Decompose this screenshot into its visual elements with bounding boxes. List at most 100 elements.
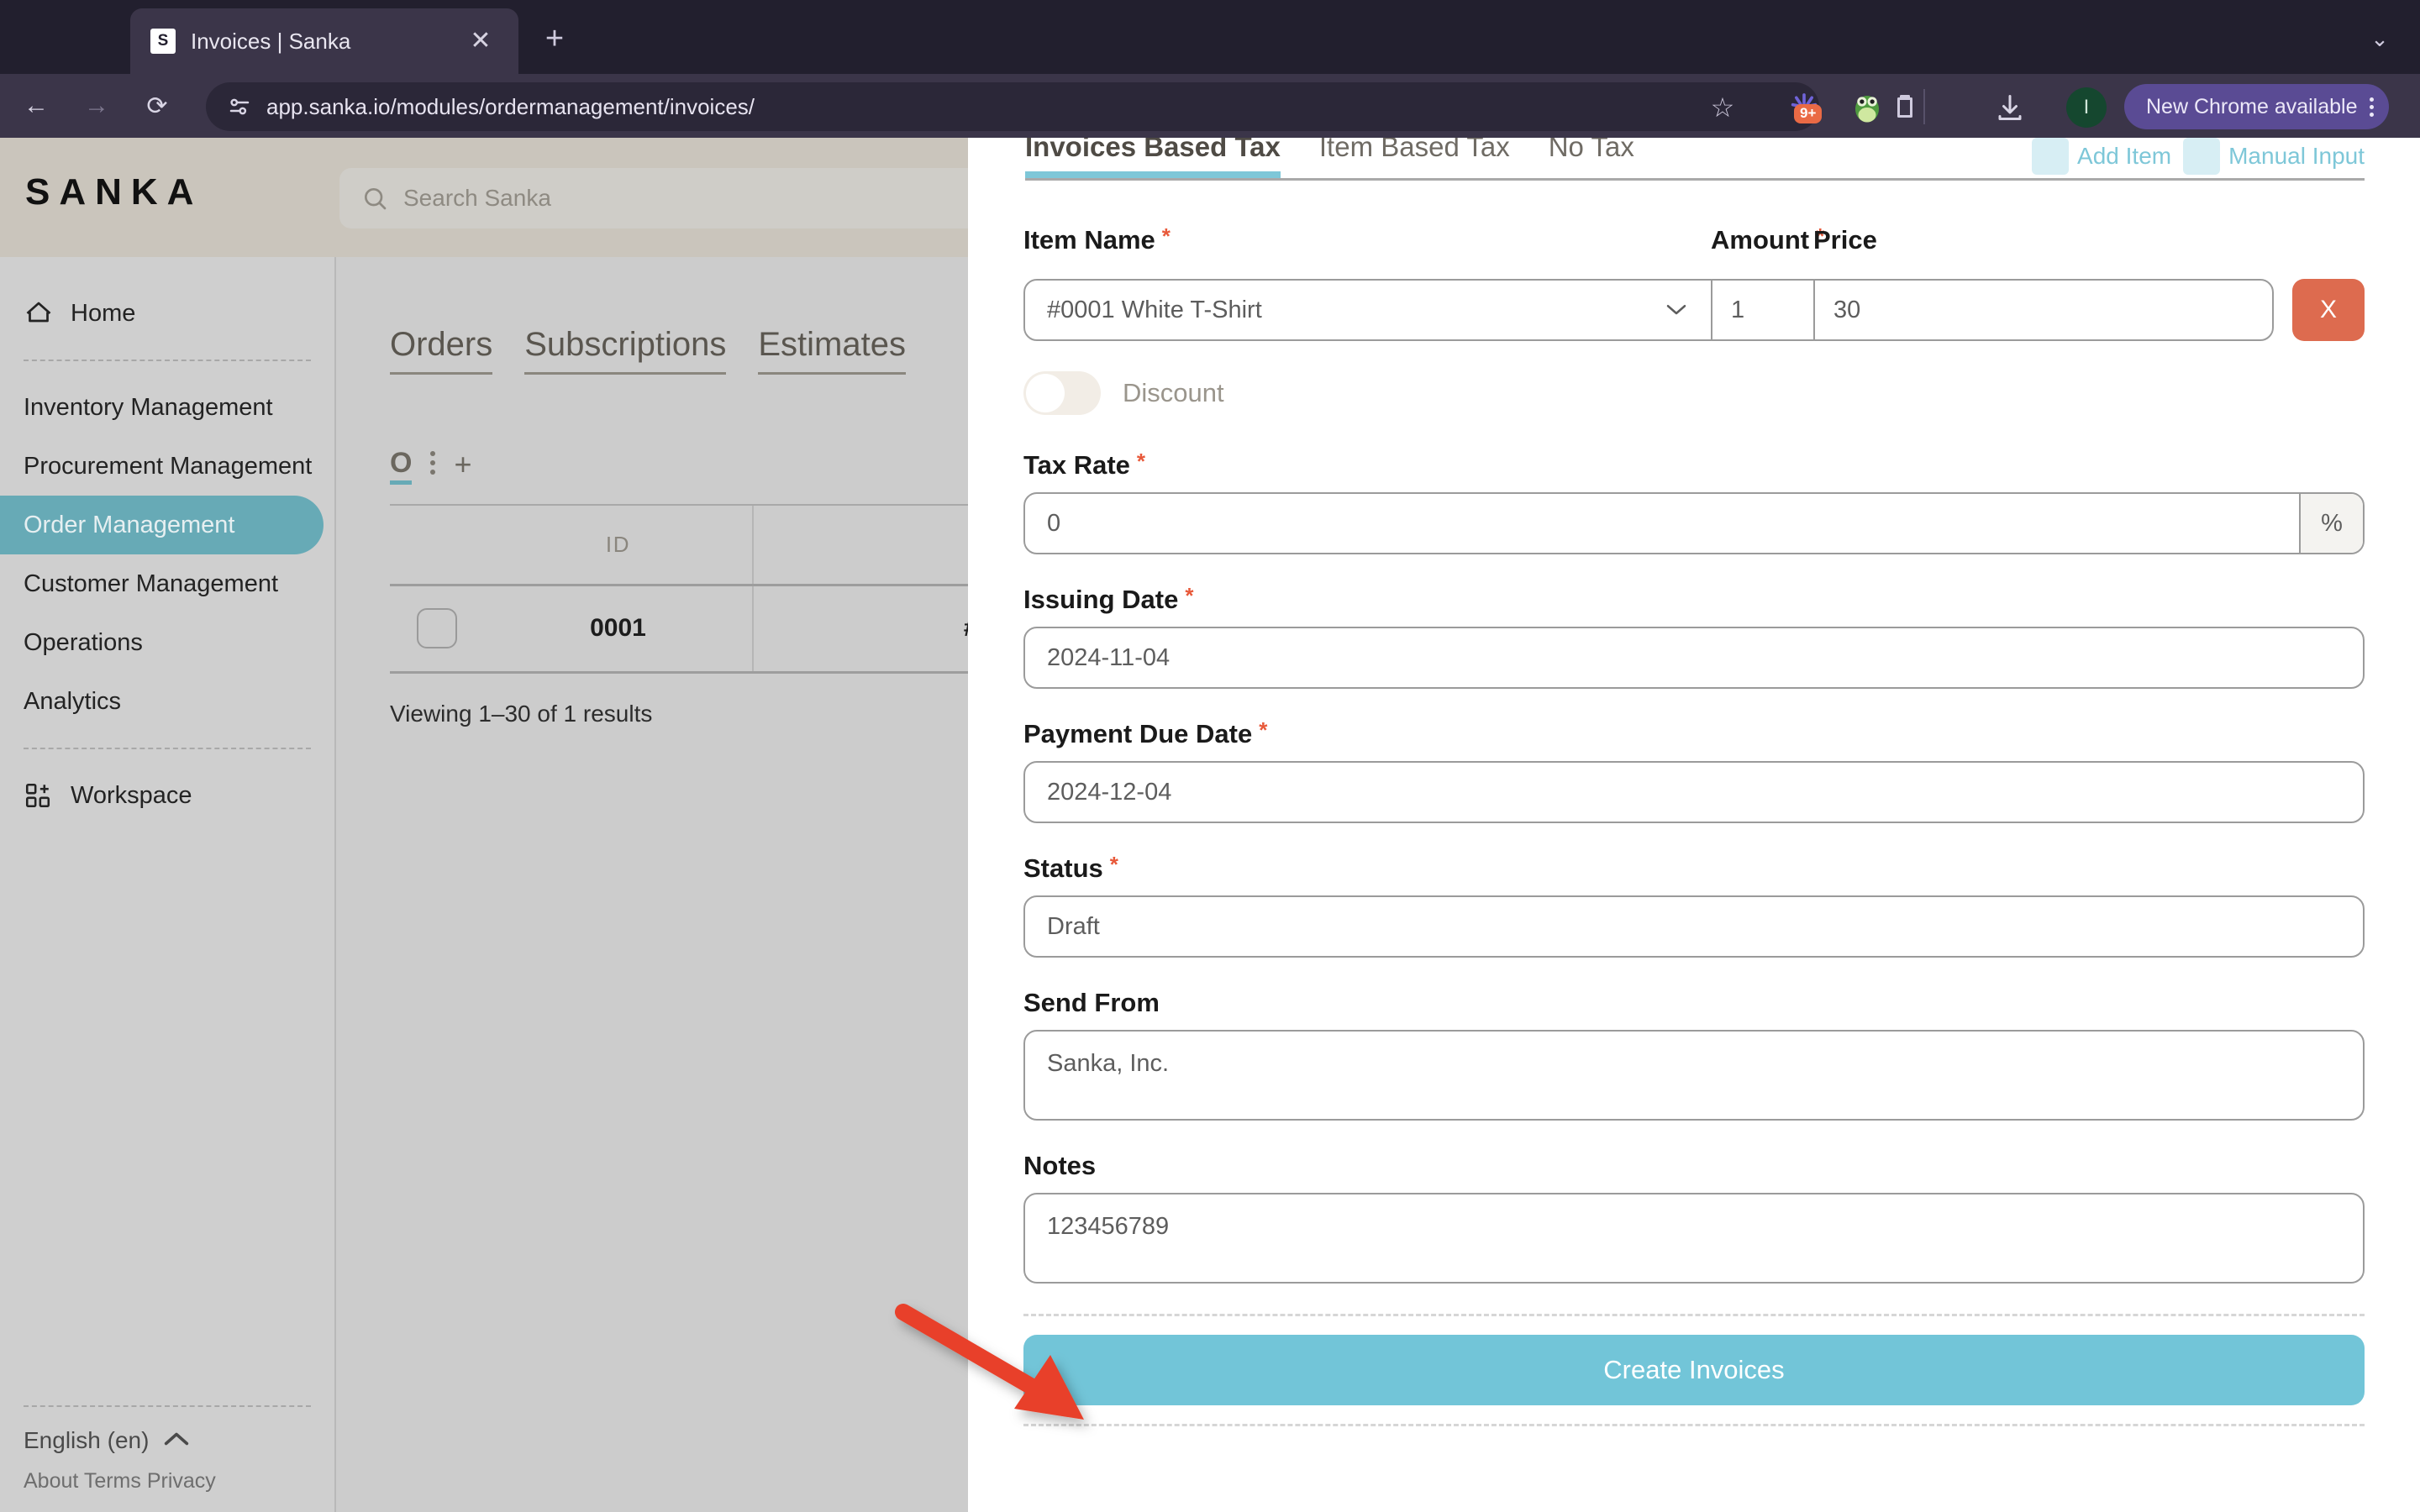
send-from-input[interactable]: Sanka, Inc.: [1023, 1030, 2365, 1121]
add-item-icon: [2032, 138, 2070, 175]
status-value: Draft: [1047, 912, 1100, 940]
kebab-menu-icon[interactable]: [2369, 97, 2374, 117]
reload-icon[interactable]: ⟳: [133, 81, 182, 130]
issuing-date-input[interactable]: 2024-11-04: [1023, 627, 2365, 689]
sidebar-item-label: Order Management: [24, 511, 235, 538]
sidebar-divider: [24, 360, 311, 361]
notes-value: 123456789: [1047, 1213, 1170, 1240]
close-icon[interactable]: ✕: [463, 24, 498, 59]
tax-rate-input[interactable]: 0: [1025, 494, 2299, 553]
required-asterisk: *: [1259, 717, 1268, 743]
sidebar-item-order-management[interactable]: Order Management: [0, 496, 324, 554]
chevron-down-icon[interactable]: ⌄: [2360, 18, 2400, 59]
sidebar-item-procurement-management[interactable]: Procurement Management: [0, 437, 334, 496]
item-amount-input[interactable]: 1: [1712, 281, 1815, 339]
url-text: app.sanka.io/modules/ordermanagement/inv…: [266, 93, 755, 119]
notes-input[interactable]: 123456789: [1023, 1193, 2365, 1284]
issuing-date-label: Issuing Date: [1023, 585, 1179, 614]
tab-title: Invoices | Sanka: [191, 28, 351, 54]
app-logo: SANKA: [25, 171, 203, 213]
row-checkbox[interactable]: [417, 608, 457, 648]
language-label: English (en): [24, 1427, 150, 1453]
invoice-item-row: #0001 White T-Shirt 1 30 X: [1023, 279, 2365, 341]
manual-input-icon: [2183, 138, 2221, 175]
tab-item-based-tax[interactable]: Item Based Tax: [1319, 138, 1510, 178]
sidebar-item-label: Home: [71, 299, 136, 327]
extensions-icon[interactable]: [1886, 89, 1923, 126]
status-field: Status * Draft: [1023, 853, 2365, 958]
add-item-label: Add Item: [2077, 143, 2172, 169]
item-price-value: 30: [1833, 296, 1861, 323]
sidebar-item-operations[interactable]: Operations: [0, 613, 334, 672]
download-icon[interactable]: [1991, 89, 2028, 126]
payment-due-date-label-wrap: Payment Due Date *: [1023, 719, 2365, 749]
sidebar-footer: English (en) About Terms Privacy: [0, 1405, 334, 1512]
back-icon[interactable]: ←: [12, 81, 60, 130]
web-app: SANKA Search Sanka Home Inventory Manage…: [0, 138, 2420, 1512]
add-view-icon[interactable]: +: [454, 449, 471, 485]
bookmark-star-icon[interactable]: ☆: [1706, 91, 1739, 124]
tab-invoices-based-tax[interactable]: Invoices Based Tax: [1025, 138, 1281, 178]
chevron-down-icon: [1664, 297, 1689, 324]
required-asterisk: *: [1136, 449, 1146, 474]
manual-input-button[interactable]: Manual Input: [2183, 138, 2365, 175]
tab-no-tax[interactable]: No Tax: [1549, 138, 1634, 178]
discount-label: Discount: [1123, 378, 1224, 407]
payment-due-date-label: Payment Due Date: [1023, 719, 1253, 748]
sidebar-divider: [24, 1405, 311, 1407]
panel-divider: [1023, 1314, 2365, 1316]
sidebar-item-workspace[interactable]: Workspace: [0, 766, 334, 825]
results-count: Viewing 1–30 of 1 results: [390, 701, 653, 727]
tax-rate-input-group: 0 %: [1023, 492, 2365, 554]
item-header-row: Item Name * Amount * Price: [1023, 225, 2365, 267]
address-bar[interactable]: app.sanka.io/modules/ordermanagement/inv…: [206, 82, 1819, 131]
item-name-label-wrap: Item Name *: [1023, 225, 1711, 255]
payment-due-date-value: 2024-12-04: [1047, 778, 1172, 806]
sidebar-item-home[interactable]: Home: [0, 284, 334, 343]
language-selector[interactable]: English (en): [24, 1427, 311, 1454]
payment-due-date-input[interactable]: 2024-12-04: [1023, 761, 2365, 823]
view-options-icon[interactable]: [430, 451, 436, 485]
sidebar: Home Inventory Management Procurement Ma…: [0, 257, 336, 1512]
issuing-date-field: Issuing Date * 2024-11-04: [1023, 585, 2365, 689]
view-chip[interactable]: O: [390, 449, 413, 485]
site-settings-icon[interactable]: [221, 88, 258, 125]
legal-links[interactable]: About Terms Privacy: [24, 1469, 311, 1494]
item-name-label: Item Name: [1023, 225, 1155, 255]
browser-tab[interactable]: S Invoices | Sanka ✕: [130, 8, 518, 74]
issuing-date-label-wrap: Issuing Date *: [1023, 585, 2365, 615]
table-header-id[interactable]: ID: [484, 506, 754, 586]
status-label: Status: [1023, 853, 1103, 883]
chrome-update-button[interactable]: New Chrome available: [2124, 84, 2389, 129]
row-checkbox-cell[interactable]: [390, 585, 484, 674]
chrome-update-label: New Chrome available: [2146, 94, 2358, 118]
toggle-knob: [1026, 374, 1065, 412]
browser-tabstrip: S Invoices | Sanka ✕ + ⌄: [0, 0, 2420, 74]
tab-orders[interactable]: Orders: [390, 326, 493, 375]
discount-toggle[interactable]: [1023, 371, 1101, 415]
required-asterisk: *: [1109, 852, 1118, 877]
item-name-select[interactable]: #0001 White T-Shirt: [1025, 281, 1712, 339]
tax-rate-label: Tax Rate: [1023, 450, 1130, 480]
sidebar-item-analytics[interactable]: Analytics: [0, 672, 334, 731]
frog-extension-icon[interactable]: [1849, 89, 1886, 126]
search-icon: [365, 188, 387, 210]
create-invoices-button[interactable]: Create Invoices: [1023, 1335, 2365, 1405]
discount-toggle-row: Discount: [1023, 371, 2365, 415]
status-input[interactable]: Draft: [1023, 895, 2365, 958]
send-from-field: Send From Sanka, Inc.: [1023, 988, 2365, 1121]
tab-estimates[interactable]: Estimates: [758, 326, 906, 375]
add-item-button[interactable]: Add Item: [2032, 138, 2171, 175]
avatar[interactable]: I: [2066, 87, 2107, 128]
remove-item-button[interactable]: X: [2292, 279, 2365, 341]
new-tab-icon[interactable]: +: [536, 20, 573, 57]
item-price-input[interactable]: 30: [1815, 281, 2272, 339]
tax-rate-field: Tax Rate * 0 %: [1023, 450, 2365, 554]
forward-icon[interactable]: →: [72, 81, 121, 130]
panel-actions: Add Item Manual Input: [2032, 138, 2365, 175]
item-amount-value: 1: [1731, 296, 1745, 323]
tab-favicon: S: [150, 29, 176, 54]
tab-subscriptions[interactable]: Subscriptions: [524, 326, 727, 375]
sidebar-item-inventory-management[interactable]: Inventory Management: [0, 378, 334, 437]
sidebar-item-customer-management[interactable]: Customer Management: [0, 554, 334, 613]
